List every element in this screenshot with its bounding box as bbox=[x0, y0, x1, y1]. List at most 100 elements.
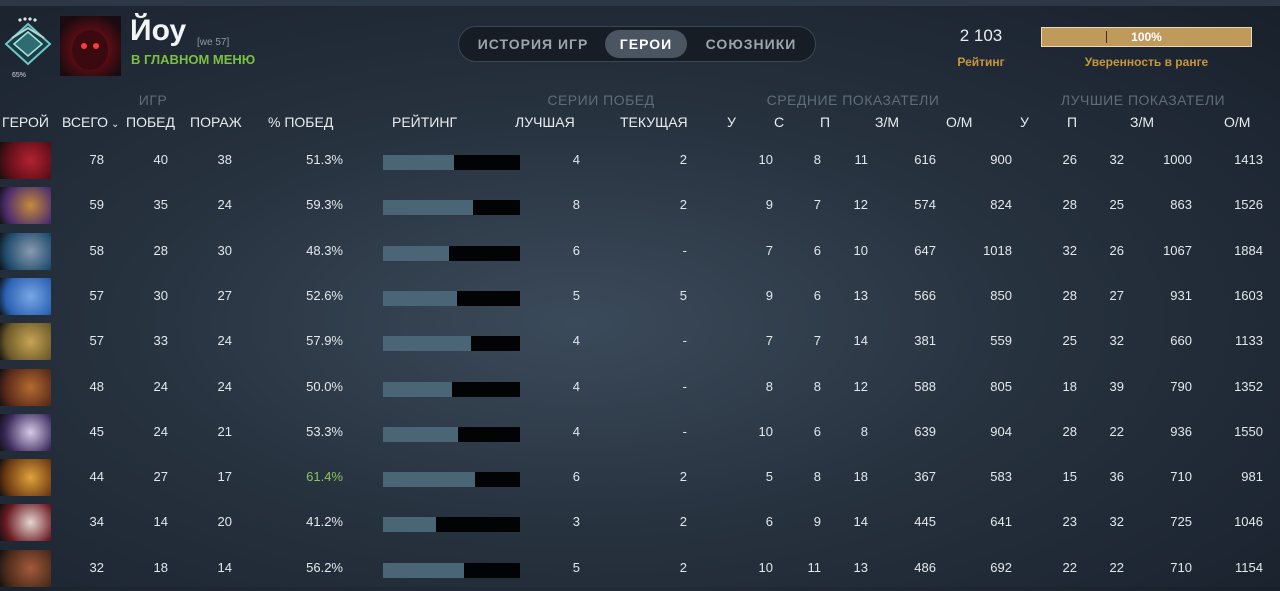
row-best-assists: 25 bbox=[1109, 197, 1124, 213]
row-wins: 27 bbox=[153, 469, 168, 485]
row-avg-kills: 9 bbox=[765, 287, 773, 303]
hero-portrait-icon bbox=[0, 413, 51, 451]
hero-portrait-icon bbox=[0, 277, 51, 315]
row-rating-bar-fill bbox=[383, 290, 457, 306]
row-winrate: 52.6% bbox=[306, 287, 343, 303]
sort-chevron-down-icon: ⌄ bbox=[111, 119, 120, 130]
row-total: 34 bbox=[89, 514, 104, 530]
row-total: 48 bbox=[89, 378, 104, 394]
col-rating[interactable]: РЕЙТИНГ bbox=[392, 114, 457, 130]
row-best-gpm: 710 bbox=[1170, 559, 1192, 575]
hero-portrait-icon bbox=[0, 368, 51, 406]
table-header: ГЕРОЙ ВСЕГО ⌄ ПОБЕД ПОРАЖ % ПОБЕД РЕЙТИНГ… bbox=[0, 114, 1280, 132]
row-best-assists: 32 bbox=[1109, 514, 1124, 530]
row-avg-deaths: 7 bbox=[813, 333, 821, 349]
row-wins: 35 bbox=[153, 197, 168, 213]
table-row[interactable]: 57 30 27 52.6% 5 5 9 6 13 566 850 28 27 931 1603 bbox=[0, 274, 1280, 319]
row-losses: 20 bbox=[217, 514, 232, 530]
col-winrate[interactable]: % ПОБЕД bbox=[268, 114, 333, 130]
row-best-streak: 4 bbox=[572, 333, 580, 349]
row-total: 57 bbox=[89, 333, 104, 349]
row-best-streak: 4 bbox=[572, 378, 580, 394]
row-winrate: 59.3% bbox=[306, 197, 343, 213]
table-row[interactable]: 32 18 14 56.2% 5 2 10 11 13 486 692 22 22 710 1154 bbox=[0, 546, 1280, 591]
col-avg-gpm[interactable]: З/М bbox=[875, 114, 899, 130]
row-best-kills: 28 bbox=[1062, 197, 1077, 213]
medal-percent: 65% bbox=[12, 72, 27, 79]
row-best-streak: 6 bbox=[572, 242, 580, 258]
row-avg-xpm: 850 bbox=[990, 287, 1012, 303]
rating-value: 2 103 bbox=[959, 26, 1003, 45]
row-avg-assists: 12 bbox=[853, 197, 868, 213]
row-best-gpm: 660 bbox=[1170, 333, 1192, 349]
col-best-streak[interactable]: ЛУЧШАЯ bbox=[515, 114, 575, 130]
row-winrate: 51.3% bbox=[306, 152, 343, 167]
row-current-streak: - bbox=[682, 333, 687, 349]
col-current-streak[interactable]: ТЕКУЩАЯ bbox=[620, 114, 688, 130]
table-row[interactable]: 78 40 38 51.3% 4 2 10 8 11 616 900 26 32 1000 1413 bbox=[0, 138, 1280, 183]
row-best-streak: 5 bbox=[572, 287, 580, 303]
table-row[interactable]: 58 28 30 48.3% 6 - 7 6 10 647 1018 32 26 1067 1884 bbox=[0, 229, 1280, 274]
row-wins: 28 bbox=[153, 242, 168, 258]
row-rating-bar bbox=[383, 426, 520, 442]
table-row[interactable]: 59 35 24 59.3% 8 2 9 7 12 574 824 28 25 863 1526 bbox=[0, 183, 1280, 228]
row-wins: 14 bbox=[153, 514, 168, 530]
row-rating-bar bbox=[383, 336, 520, 352]
col-avg-assists[interactable]: П bbox=[820, 114, 830, 130]
row-losses: 17 bbox=[217, 469, 232, 485]
col-hero[interactable]: ГЕРОЙ bbox=[2, 114, 49, 130]
tab-match-history[interactable]: ИСТОРИЯ ИГР bbox=[469, 30, 597, 58]
row-avg-gpm: 647 bbox=[914, 242, 936, 258]
col-best-kills[interactable]: У bbox=[1020, 114, 1029, 130]
row-rating-bar-fill bbox=[383, 562, 464, 578]
col-best-assists[interactable]: П bbox=[1067, 114, 1077, 130]
row-best-xpm: 1133 bbox=[1235, 333, 1263, 349]
col-best-gpm[interactable]: З/М bbox=[1130, 114, 1154, 130]
row-avg-deaths: 11 bbox=[807, 559, 822, 575]
row-avg-deaths: 8 bbox=[813, 469, 821, 485]
row-best-kills: 23 bbox=[1062, 514, 1077, 530]
col-avg-xpm[interactable]: О/М bbox=[946, 114, 972, 130]
table-row[interactable]: 45 24 21 53.3% 4 - 10 6 8 639 904 28 22 936 1550 bbox=[0, 410, 1280, 455]
row-best-gpm: 710 bbox=[1170, 469, 1192, 485]
row-best-kills: 28 bbox=[1062, 287, 1077, 303]
row-best-kills: 15 bbox=[1062, 469, 1077, 485]
row-avg-assists: 14 bbox=[853, 333, 868, 349]
row-best-xpm: 1352 bbox=[1234, 378, 1263, 394]
row-avg-deaths: 6 bbox=[813, 423, 821, 439]
col-best-xpm[interactable]: О/М bbox=[1224, 114, 1250, 130]
col-wins[interactable]: ПОБЕД bbox=[126, 114, 175, 130]
table-row[interactable]: 44 27 17 61.4% 6 2 5 8 18 367 583 15 36 710 981 bbox=[0, 455, 1280, 500]
group-streaks: СЕРИИ ПОБЕД bbox=[547, 92, 655, 108]
tab-heroes[interactable]: ГЕРОИ bbox=[605, 30, 687, 58]
row-wins: 30 bbox=[153, 287, 168, 303]
row-avg-xpm: 1018 bbox=[983, 242, 1012, 258]
rank-confidence-value: 100% bbox=[1131, 30, 1162, 44]
row-best-kills: 18 bbox=[1062, 378, 1077, 394]
row-total: 32 bbox=[89, 559, 104, 575]
col-avg-kills[interactable]: У bbox=[727, 114, 736, 130]
table-row[interactable]: 48 24 24 50.0% 4 - 8 8 12 588 805 18 39 790 1352 bbox=[0, 365, 1280, 410]
row-best-assists: 32 bbox=[1109, 152, 1124, 167]
group-averages: СРЕДНИЕ ПОКАЗАТЕЛИ bbox=[766, 92, 940, 108]
row-avg-xpm: 583 bbox=[990, 469, 1012, 485]
row-wins: 24 bbox=[153, 378, 168, 394]
rank-medal-icon[interactable]: 65% bbox=[0, 16, 56, 80]
row-best-kills: 25 bbox=[1062, 333, 1077, 349]
hero-portrait-icon bbox=[0, 504, 51, 542]
row-current-streak: 5 bbox=[679, 287, 687, 303]
row-current-streak: 2 bbox=[679, 197, 687, 213]
player-avatar[interactable] bbox=[60, 16, 121, 76]
col-losses[interactable]: ПОРАЖ bbox=[190, 114, 242, 130]
row-avg-xpm: 824 bbox=[990, 197, 1012, 213]
row-avg-assists: 8 bbox=[860, 423, 868, 439]
col-avg-deaths[interactable]: С bbox=[774, 114, 784, 130]
table-row[interactable]: 57 33 24 57.9% 4 - 7 7 14 381 559 25 32 660 1133 bbox=[0, 319, 1280, 364]
tab-allies[interactable]: СОЮЗНИКИ bbox=[695, 30, 807, 58]
row-avg-gpm: 381 bbox=[914, 333, 936, 349]
table-row[interactable]: 34 14 20 41.2% 3 2 6 9 14 445 641 23 32 725 1046 bbox=[0, 500, 1280, 545]
row-current-streak: - bbox=[682, 378, 687, 394]
row-best-xpm: 1526 bbox=[1234, 197, 1263, 213]
row-wins: 24 bbox=[153, 423, 168, 439]
col-total[interactable]: ВСЕГО ⌄ bbox=[62, 114, 119, 130]
